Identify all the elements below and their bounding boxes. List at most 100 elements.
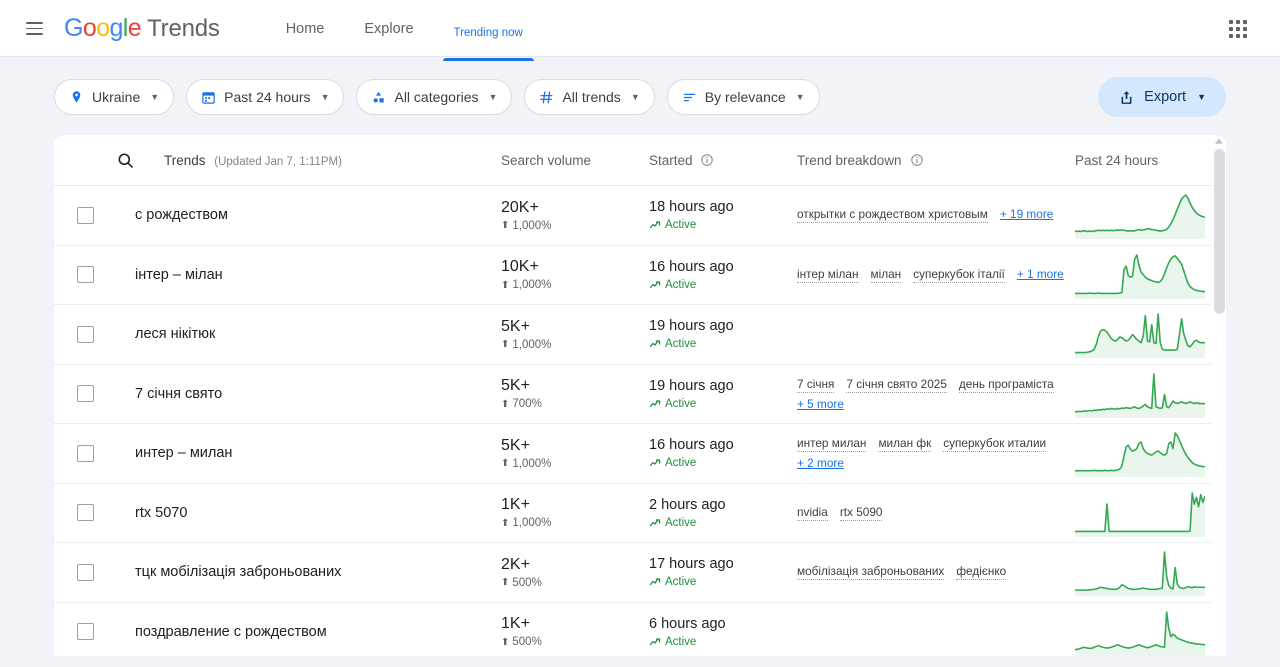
row-breakdown-cell: інтер мілан мілан суперкубок італії + 1 mor… [797,267,1075,283]
row-breakdown-list: 7 січня 7 січня свято 2025 день програміст… [797,377,1075,411]
row-checkbox[interactable] [76,206,94,224]
row-term[interactable]: 7 січня свято [135,386,222,402]
row-checkbox[interactable] [76,385,94,403]
row-breakdown-list: інтер мілан мілан суперкубок італії + 1 mor… [797,267,1064,283]
info-icon[interactable] [700,153,714,167]
row-change-value: 1,000% [512,457,552,470]
breakdown-more-link[interactable]: + 1 more [1017,267,1064,283]
row-status: Active [649,279,797,291]
nav-trending-now[interactable]: Trending now [434,4,543,61]
table-row[interactable]: інтер – мілан 10K+ ⬆ 1,000% 16 hours ago Acti… [54,246,1226,305]
row-started: 6 hours ago [649,615,726,632]
search-icon[interactable] [116,151,135,170]
row-volume: 5K+ [501,436,530,454]
row-checkbox[interactable] [76,623,94,641]
apps-grid-icon[interactable] [1218,9,1258,49]
breakdown-term[interactable]: 7 січня свято 2025 [846,377,947,393]
filter-chip-location[interactable]: Ukraine ▼ [54,79,175,115]
row-term-cell: поздравление с рождеством [116,624,501,640]
row-term[interactable]: с рождеством [135,207,228,223]
row-checkbox[interactable] [76,563,94,581]
filter-bar: Ukraine ▼ Past 24 hours ▼ All categories… [54,57,1226,135]
row-checkbox[interactable] [76,504,94,522]
row-term[interactable]: леся нікітюк [135,326,215,342]
table-row[interactable]: 7 січня свято 5K+ ⬆ 700% 19 hours ago Active 7… [54,365,1226,424]
breakdown-term[interactable]: rtx 5090 [839,505,883,521]
breakdown-term[interactable]: открытки с рождеством христовым [797,207,988,224]
row-status: Active [649,457,797,469]
sparkline-chart [1075,372,1205,418]
breakdown-term[interactable]: интер милан [797,436,867,453]
scrollbar-thumb[interactable] [1214,149,1225,314]
row-started: 19 hours ago [649,318,734,335]
table-row[interactable]: rtx 5070 1K+ ⬆ 1,000% 2 hours ago Active nvidi… [54,484,1226,543]
breakdown-term[interactable]: 7 січня [797,377,835,393]
sparkline-chart [1075,253,1205,299]
row-started: 19 hours ago [649,377,734,394]
row-volume-cell: 1K+ ⬆ 1,000% [501,496,649,529]
row-change-value: 1,000% [512,279,552,292]
table-row[interactable]: с рождеством 20K+ ⬆ 1,000% 18 hours ago Activ… [54,186,1226,246]
breakdown-more-link[interactable]: + 19 more [1000,207,1053,223]
header-breakdown-label: Trend breakdown [797,152,902,168]
row-checkbox[interactable] [76,266,94,284]
row-volume-change: ⬆ 1,000% [501,458,649,470]
google-trends-logo[interactable]: Google Trends [64,14,220,43]
row-volume: 2K+ [501,555,530,573]
row-started-cell: 19 hours ago Active [649,378,797,410]
row-term[interactable]: rtx 5070 [135,505,187,521]
breakdown-term[interactable]: милан фк [878,436,932,453]
row-volume-change: ⬆ 1,000% [501,517,649,529]
row-checkbox-cell [54,266,116,284]
row-term[interactable]: тцк мобілізація заброньованих [135,564,341,580]
row-term[interactable]: інтер – мілан [135,267,223,283]
sparkline-chart [1075,432,1205,478]
row-status: Active [649,219,797,231]
filter-chip-time[interactable]: Past 24 hours ▼ [186,79,345,115]
row-checkbox[interactable] [76,325,94,343]
chevron-down-icon: ▼ [1197,92,1206,102]
row-status-label: Active [665,278,697,291]
row-breakdown-cell: 7 січня 7 січня свято 2025 день програміст… [797,377,1075,411]
row-sparkline-cell [1075,608,1225,656]
breakdown-term[interactable]: федієнко [956,564,1007,581]
table-row[interactable]: леся нікітюк 5K+ ⬆ 1,000% 19 hours ago Active [54,305,1226,365]
row-volume: 5K+ [501,377,530,395]
breakdown-term[interactable]: мілан [870,267,902,283]
chevron-down-icon: ▼ [630,92,640,102]
table-scrollbar[interactable] [1212,135,1226,656]
breakdown-term[interactable]: суперкубок італії [913,267,1005,283]
row-checkbox-cell [54,325,116,343]
row-checkbox[interactable] [76,444,94,462]
export-button[interactable]: Export ▼ [1098,77,1226,117]
row-status-label: Active [665,457,697,470]
breakdown-more-link[interactable]: + 5 more [797,397,844,411]
nav-explore[interactable]: Explore [344,0,433,57]
row-status: Active [649,338,797,350]
table-row[interactable]: интер – милан 5K+ ⬆ 1,000% 16 hours ago Activ… [54,424,1226,484]
table-row[interactable]: поздравление с рождеством 1K+ ⬆ 500% 6 hours… [54,603,1226,657]
row-checkbox-cell [54,504,116,522]
info-icon[interactable] [910,153,924,167]
breakdown-more-link[interactable]: + 2 more [797,456,844,470]
row-volume-cell: 5K+ ⬆ 1,000% [501,437,649,470]
breakdown-term[interactable]: мобілізація заброньованих [797,564,945,581]
row-volume-change: ⬆ 700% [501,398,649,410]
hamburger-menu-icon[interactable] [14,9,54,49]
breakdown-term[interactable]: день програміста [958,377,1054,393]
nav-home[interactable]: Home [266,0,345,57]
hash-icon [540,91,553,103]
breakdown-term[interactable]: суперкубок италии [943,436,1047,453]
table-row[interactable]: тцк мобілізація заброньованих 2K+ ⬆ 500% 17 … [54,543,1226,603]
row-term[interactable]: поздравление с рождеством [135,624,327,640]
row-checkbox-cell [54,563,116,581]
filter-chip-trends[interactable]: All trends ▼ [524,79,655,115]
scroll-up-arrow-icon[interactable] [1215,138,1223,144]
row-term[interactable]: интер – милан [135,445,232,461]
trending-up-icon [649,578,661,586]
top-app-bar: Google Trends Home Explore Trending now [0,0,1280,61]
filter-chip-categories[interactable]: All categories ▼ [356,79,513,115]
filter-chip-sort[interactable]: By relevance ▼ [666,79,820,115]
breakdown-term[interactable]: nvidia [797,505,828,521]
breakdown-term[interactable]: інтер мілан [797,267,859,283]
